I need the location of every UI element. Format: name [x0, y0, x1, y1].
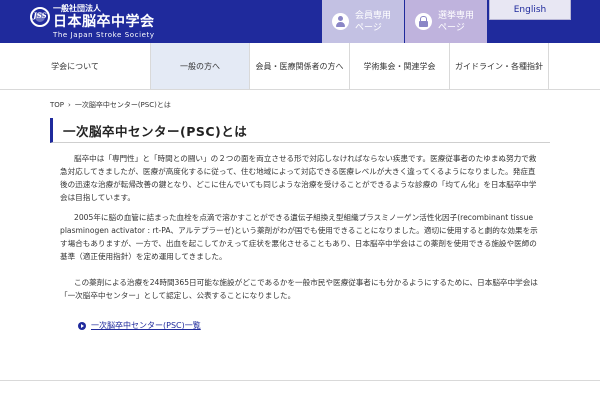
members-page-button[interactable]: 会員専用 ページ	[322, 0, 404, 43]
body-paragraph-1: 脳卒中は「専門性」と「時間との闘い」の２つの面を両立させる形で対応しなければなら…	[60, 154, 537, 202]
page-title: 一次脳卒中センター(PSC)とは	[63, 123, 248, 139]
nav-item-general-public[interactable]: 一般の方へ	[150, 43, 249, 89]
nav-item-conferences[interactable]: 学術集会・関連学会	[349, 43, 449, 89]
logo-text: 一般社団法人 日本脳卒中学会 The Japan Stroke Society	[53, 4, 155, 40]
members-page-label-line2: ページ	[355, 22, 382, 33]
election-page-label: 選挙専用 ページ	[438, 10, 474, 34]
lock-icon	[415, 13, 432, 30]
breadcrumb-separator-icon: ›	[68, 101, 71, 109]
site-logo[interactable]: JSS 一般社団法人 日本脳卒中学会 The Japan Stroke Soci…	[30, 4, 155, 40]
main-nav: 学会について 一般の方へ 会員・医療関係者の方へ 学術集会・関連学会 ガイドライ…	[0, 43, 600, 90]
body-paragraph-2: 2005年に脳の血管に詰まった血栓を点滴で溶かすことができる遺伝子組換え型組織プ…	[60, 213, 538, 261]
members-page-label-line1: 会員専用	[355, 10, 392, 21]
nav-item-members-medical[interactable]: 会員・医療関係者の方へ	[249, 43, 349, 89]
logo-mark-text: JSS	[33, 11, 47, 20]
nav-item-about[interactable]: 学会について	[0, 43, 150, 89]
body-paragraph-3: この薬剤による治療を24時間365日可能な施設がどこであるかを一般市民や医療従事…	[60, 278, 538, 300]
site-header: JSS 一般社団法人 日本脳卒中学会 The Japan Stroke Soci…	[0, 0, 600, 43]
page-title-block: 一次脳卒中センター(PSC)とは	[50, 118, 550, 143]
person-icon	[332, 13, 349, 30]
logo-mark-icon: JSS	[30, 7, 50, 27]
election-page-label-line2: ページ	[438, 22, 465, 33]
nav-item-guidelines[interactable]: ガイドライン・各種指針	[449, 43, 549, 89]
logo-title: 日本脳卒中学会	[53, 14, 155, 30]
election-page-label-line1: 選挙専用	[438, 10, 475, 21]
breadcrumb-home-link[interactable]: TOP	[50, 101, 64, 109]
members-page-label: 会員専用 ページ	[355, 10, 391, 34]
logo-subtitle: 一般社団法人	[53, 4, 101, 13]
english-link[interactable]: English	[489, 0, 571, 20]
arrow-right-circle-icon	[78, 321, 86, 330]
breadcrumb-current: 一次脳卒中センター(PSC)とは	[74, 101, 171, 109]
footer-divider	[0, 380, 600, 381]
logo-english-title: The Japan Stroke Society	[53, 31, 155, 39]
psc-list-link-label[interactable]: 一次脳卒中センター(PSC)一覧	[91, 320, 201, 331]
psc-list-link[interactable]: 一次脳卒中センター(PSC)一覧	[78, 320, 201, 331]
election-page-button[interactable]: 選挙専用 ページ	[405, 0, 487, 43]
breadcrumb: TOP › 一次脳卒中センター(PSC)とは	[50, 100, 171, 110]
